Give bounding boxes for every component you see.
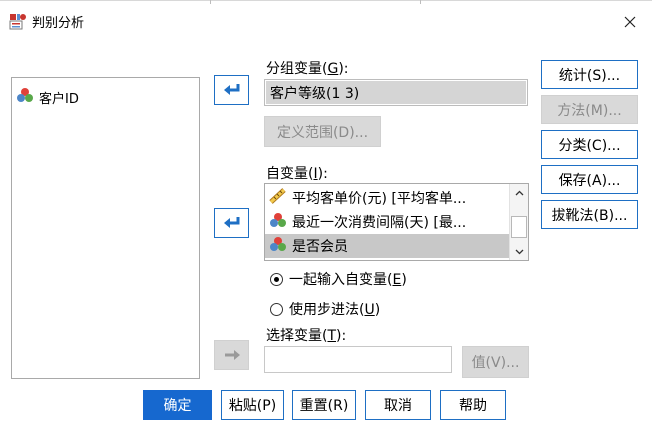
nominal-variable-icon xyxy=(269,212,287,232)
move-to-independents-button[interactable] xyxy=(214,208,249,238)
ok-button[interactable]: 确定 xyxy=(143,390,212,420)
source-variable-item[interactable]: 客户ID xyxy=(12,87,199,107)
enter-together-label: 一起输入自变量(E) xyxy=(289,272,407,288)
method-button[interactable]: 方法(M)... xyxy=(541,95,638,124)
cancel-button[interactable]: 取消 xyxy=(365,390,431,420)
help-button[interactable]: 帮助 xyxy=(440,390,506,420)
radio-unselected-icon[interactable] xyxy=(270,302,283,316)
independent-variable-item[interactable]: 平均客单价(元) [平均客单... xyxy=(265,186,528,210)
independents-list[interactable]: 平均客单价(元) [平均客单... 最近一次消费间隔(天) [最... 是否会员 xyxy=(264,183,529,261)
dialog-title: 判别分析 xyxy=(32,15,85,31)
scroll-up-button[interactable] xyxy=(510,184,528,201)
grouping-variable-value: 客户等级(1 3) xyxy=(266,81,526,104)
stepwise-label: 使用步进法(U) xyxy=(289,302,381,318)
stepwise-option[interactable]: 使用步进法(U) xyxy=(270,299,380,319)
independent-variable-item[interactable]: 最近一次消费间隔(天) [最... xyxy=(265,210,528,234)
independent-variable-label: 平均客单价(元) [平均客单... xyxy=(292,191,467,207)
radio-selected-icon[interactable] xyxy=(270,272,283,286)
classify-button[interactable]: 分类(C)... xyxy=(541,130,638,159)
discriminant-analysis-app-icon xyxy=(9,12,27,30)
independent-variable-item-selected[interactable]: 是否会员 xyxy=(265,234,528,258)
save-button[interactable]: 保存(A)... xyxy=(541,165,638,194)
independents-scrollbar[interactable] xyxy=(509,184,528,260)
reset-button[interactable]: 重置(R) xyxy=(292,390,356,420)
arrow-right-icon xyxy=(224,350,240,360)
move-to-grouping-button[interactable] xyxy=(214,75,249,105)
selection-variable-label: 选择变量(T): xyxy=(266,328,347,344)
nominal-variable-icon xyxy=(16,87,34,107)
chevron-down-icon xyxy=(515,249,523,254)
window-border-tick xyxy=(420,0,421,4)
title-bar: 判别分析 xyxy=(9,11,84,31)
close-icon xyxy=(624,16,636,28)
define-range-button[interactable]: 定义范围(D)... xyxy=(264,116,381,147)
grouping-variable-field[interactable]: 客户等级(1 3) xyxy=(264,79,528,106)
move-to-selection-button[interactable] xyxy=(214,340,249,370)
source-variable-list[interactable]: 客户ID xyxy=(11,77,200,379)
close-button[interactable] xyxy=(618,10,642,34)
window-top-border xyxy=(0,0,652,1)
paste-button[interactable]: 粘贴(P) xyxy=(221,390,284,420)
scroll-thumb[interactable] xyxy=(511,216,527,238)
scale-variable-icon xyxy=(269,188,287,208)
value-button[interactable]: 值(V)... xyxy=(462,346,529,378)
arrow-left-return-icon xyxy=(223,217,239,228)
enter-together-option[interactable]: 一起输入自变量(E) xyxy=(270,269,407,289)
independent-variable-label: 最近一次消费间隔(天) [最... xyxy=(292,215,467,231)
bootstrap-button[interactable]: 拔靴法(B)... xyxy=(541,200,638,229)
nominal-variable-icon xyxy=(269,236,287,256)
independent-variable-label: 是否会员 xyxy=(292,239,348,255)
window-border-tick xyxy=(210,0,211,4)
independents-label: 自变量(I): xyxy=(266,166,328,182)
selection-variable-field[interactable] xyxy=(264,346,452,373)
source-variable-label: 客户ID xyxy=(39,91,79,107)
chevron-up-icon xyxy=(515,190,523,195)
statistics-button[interactable]: 统计(S)... xyxy=(541,60,638,89)
grouping-variable-label: 分组变量(G): xyxy=(266,61,349,77)
scroll-down-button[interactable] xyxy=(510,243,528,260)
arrow-left-return-icon xyxy=(223,84,239,95)
